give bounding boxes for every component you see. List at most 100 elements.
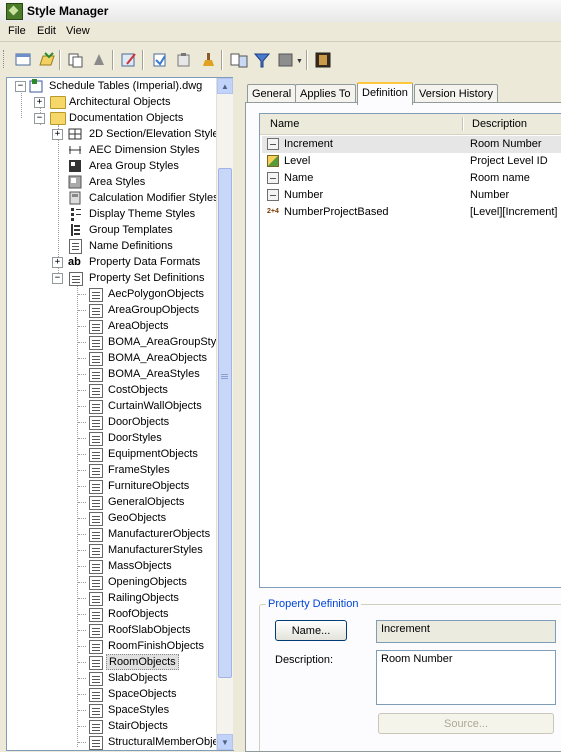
scroll-thumb[interactable] (218, 168, 232, 678)
collapse-icon[interactable]: − (52, 273, 63, 284)
list-item[interactable]: Level Project Level ID (262, 153, 561, 170)
tree-label-documentation[interactable]: Documentation Objects (67, 110, 185, 126)
brush-icon[interactable] (198, 50, 218, 70)
tree-label[interactable]: StairObjects (106, 718, 170, 734)
edit-style-icon[interactable] (119, 50, 139, 70)
toolbar-grip[interactable] (3, 50, 7, 68)
tree-label[interactable]: Property Set Definitions (87, 270, 207, 286)
tree-label[interactable]: Calculation Modifier Styles (87, 190, 221, 206)
property-set-icon (89, 416, 103, 430)
tree-line (78, 646, 86, 647)
property-set-icon (89, 512, 103, 526)
tree-label[interactable]: DoorStyles (106, 430, 164, 446)
tree-label[interactable]: CostObjects (106, 382, 170, 398)
drawing-file-icon (29, 79, 43, 93)
tree-label[interactable]: AreaObjects (106, 318, 171, 334)
tree-label[interactable]: 2D Section/Elevation Style (87, 126, 221, 142)
list-item[interactable]: 2+4 NumberProjectBased [Level][Increment] (262, 204, 561, 221)
tree-label[interactable]: SpaceObjects (106, 686, 178, 702)
collapse-icon[interactable]: − (15, 81, 26, 92)
chevron-down-icon[interactable]: ▼ (296, 58, 303, 65)
menu-file[interactable]: File (5, 24, 29, 38)
new-drawing-icon[interactable] (13, 50, 33, 70)
tree-label[interactable]: Group Templates (87, 222, 175, 238)
expand-icon[interactable]: + (52, 129, 63, 140)
list-item[interactable]: Name Room name (262, 170, 561, 187)
property-list[interactable]: Name Description Increment Room Number Lev… (259, 113, 561, 588)
filter-icon[interactable] (252, 50, 272, 70)
tree-label[interactable]: MassObjects (106, 558, 174, 574)
tree-scrollbar[interactable]: ▲ ▼ (216, 78, 233, 750)
property-set-icon (89, 656, 103, 670)
list-item-name: Number (284, 189, 324, 201)
tree-label[interactable]: DoorObjects (106, 414, 171, 430)
tree-label[interactable]: SlabObjects (106, 670, 169, 686)
tree-label[interactable]: Name Definitions (87, 238, 175, 254)
scroll-down-icon[interactable]: ▼ (217, 734, 233, 750)
style-tree[interactable]: − Schedule Tables (Imperial).dwg + Archi… (6, 77, 234, 751)
column-header-name[interactable]: Name (270, 118, 299, 130)
column-header-description[interactable]: Description (472, 118, 527, 130)
tree-label[interactable]: Property Data Formats (87, 254, 202, 270)
tree-label[interactable]: AEC Dimension Styles (87, 142, 202, 158)
tree-label[interactable]: ManufacturerStyles (106, 542, 205, 558)
tree-line (78, 390, 86, 391)
expand-icon[interactable]: + (52, 257, 63, 268)
tree-label[interactable]: RoofObjects (106, 606, 171, 622)
tree-label[interactable]: Area Styles (87, 174, 147, 190)
purge-icon[interactable] (89, 50, 109, 70)
copy-icon[interactable] (66, 50, 86, 70)
color-swatch-icon[interactable] (276, 50, 296, 70)
source-button[interactable]: Source... (378, 713, 554, 734)
property-set-icon (89, 320, 103, 334)
list-item[interactable]: Increment Room Number (262, 136, 561, 153)
tab-definition[interactable]: Definition (357, 82, 413, 105)
toggle-view-icon[interactable] (229, 50, 249, 70)
tree-label[interactable]: FurnitureObjects (106, 478, 191, 494)
menu-edit[interactable]: Edit (34, 24, 59, 38)
tree-label[interactable]: Area Group Styles (87, 158, 181, 174)
tree-label[interactable]: GeoObjects (106, 510, 168, 526)
tree-line (78, 726, 86, 727)
tree-label-architectural[interactable]: Architectural Objects (67, 94, 172, 110)
tree-label-root[interactable]: Schedule Tables (Imperial).dwg (47, 78, 204, 94)
description-label: Description: (275, 654, 334, 666)
tree-label[interactable]: RoomObjects (106, 654, 179, 670)
description-field[interactable]: Room Number (376, 650, 556, 705)
tree-label[interactable]: BOMA_AreaStyles (106, 366, 202, 382)
tree-label[interactable]: EquipmentObjects (106, 446, 200, 462)
name-button[interactable]: Name... (275, 620, 347, 641)
tree-label[interactable]: OpeningObjects (106, 574, 189, 590)
collapse-icon[interactable]: − (34, 113, 45, 124)
tab-general[interactable]: General (247, 84, 297, 103)
open-drawing-icon[interactable] (37, 50, 57, 70)
tree-label[interactable]: GeneralObjects (106, 494, 186, 510)
tab-applies-to[interactable]: Applies To (295, 84, 356, 103)
tree-line (78, 310, 86, 311)
expand-icon[interactable]: + (34, 97, 45, 108)
list-item[interactable]: Number Number (262, 187, 561, 204)
tree-label[interactable]: StructuralMemberObje (106, 734, 221, 750)
paste-style-icon[interactable] (174, 50, 194, 70)
tree-label[interactable]: SpaceStyles (106, 702, 171, 718)
tree-label[interactable]: BOMA_AreaObjects (106, 350, 209, 366)
tab-version-history[interactable]: Version History (414, 84, 498, 103)
tree-label[interactable]: AecPolygonObjects (106, 286, 206, 302)
tree-label[interactable]: RoofSlabObjects (106, 622, 193, 638)
column-divider[interactable] (462, 117, 464, 131)
tree-label[interactable]: ManufacturerObjects (106, 526, 212, 542)
set-from-icon[interactable] (150, 50, 170, 70)
tree-label[interactable]: RailingObjects (106, 590, 181, 606)
menu-view[interactable]: View (63, 24, 93, 38)
tree-line (78, 662, 86, 663)
tree-label[interactable]: AreaGroupObjects (106, 302, 201, 318)
tree-label[interactable]: CurtainWallObjects (106, 398, 204, 414)
tree-label[interactable]: Display Theme Styles (87, 206, 197, 222)
display-props-icon[interactable] (313, 50, 333, 70)
property-set-icon (89, 400, 103, 414)
scroll-up-icon[interactable]: ▲ (217, 78, 233, 94)
tree-label[interactable]: RoomFinishObjects (106, 638, 206, 654)
tree-label[interactable]: BOMA_AreaGroupStyle (106, 334, 227, 350)
panel-splitter[interactable] (233, 77, 237, 750)
tree-label[interactable]: FrameStyles (106, 462, 172, 478)
